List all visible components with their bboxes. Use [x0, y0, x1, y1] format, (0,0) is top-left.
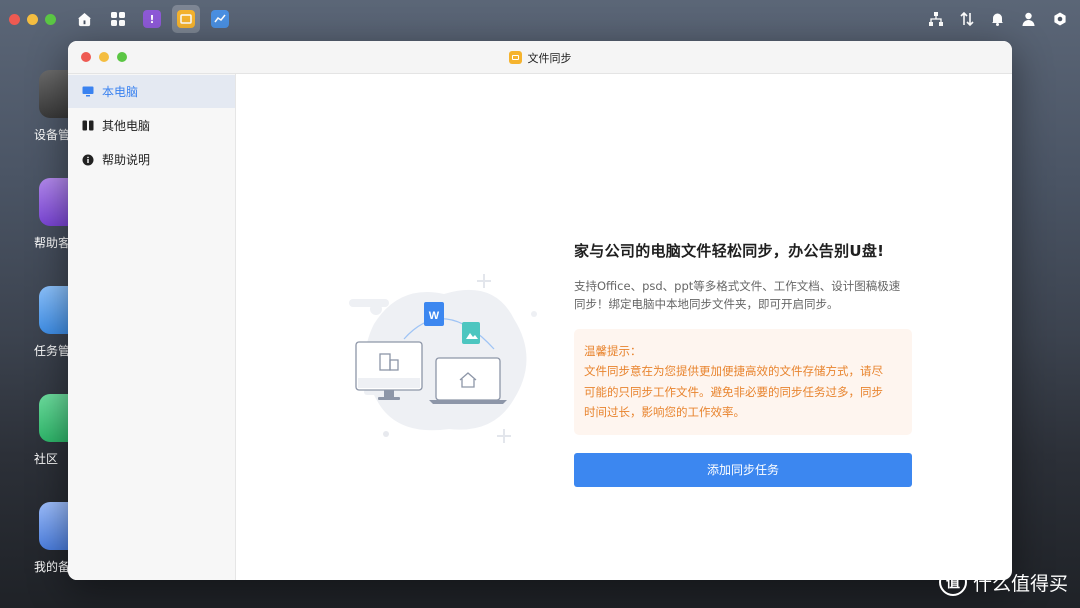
top-right-tray	[927, 0, 1068, 38]
home-icon	[75, 10, 93, 28]
sidebar-item-label: 本电脑	[102, 85, 139, 99]
bell-icon[interactable]	[989, 11, 1006, 28]
app-grid-button[interactable]	[104, 5, 132, 33]
maximize-dot[interactable]	[45, 13, 56, 25]
window-title: 文件同步	[68, 41, 1012, 74]
tip-line: 可能的只同步工作文件。避免非必要的同步任务过多，同步	[584, 384, 883, 399]
description-line: 同步！绑定电脑中本地同步文件夹，即可开启同步。	[574, 297, 839, 311]
tip-title: 温馨提示：	[584, 344, 642, 358]
file-sync-icon	[508, 51, 522, 64]
watermark-text: 什么值得买	[972, 572, 1068, 595]
file-sync-window: 文件同步 本电脑 其他电脑 帮助说明 W 家与公司的电脑文件轻松同步，办公告别U…	[68, 41, 1012, 580]
help-center-icon: !	[143, 10, 161, 28]
chart-icon	[211, 10, 229, 28]
sidebar-item-this-computer[interactable]: 本电脑	[68, 75, 235, 108]
watermark: 值 什么值得买	[938, 568, 1068, 596]
help-app-button[interactable]: !	[138, 5, 166, 33]
main-content: W 家与公司的电脑文件轻松同步，办公告别U盘! 支持Office、psd、ppt…	[236, 74, 1012, 580]
sidebar-item-other-computers[interactable]: 其他电脑	[68, 109, 235, 142]
svg-text:W: W	[429, 310, 440, 322]
top-app-bar: !	[70, 5, 234, 33]
description: 支持Office、psd、ppt等多格式文件、工作文档、设计图稿极速 同步！绑定…	[574, 277, 912, 313]
minimize-dot[interactable]	[27, 13, 38, 25]
headline: 家与公司的电脑文件轻松同步，办公告别U盘!	[574, 242, 885, 260]
info-icon	[82, 154, 94, 166]
add-sync-task-button[interactable]: 添加同步任务	[574, 452, 912, 487]
tip-line: 文件同步意在为您提供更加便捷高效的文件存储方式，请尽	[584, 364, 883, 378]
settings-icon[interactable]	[1051, 11, 1068, 28]
system-window-controls	[9, 13, 56, 25]
tip-line: 时间过长，影响您的工作效率。	[584, 405, 745, 419]
sidebar: 本电脑 其他电脑 帮助说明	[68, 74, 236, 580]
tip-box: 温馨提示： 文件同步意在为您提供更加便捷高效的文件存储方式，请尽 可能的只同步工…	[574, 329, 912, 435]
file-sync-icon	[177, 10, 195, 28]
description-line: 支持Office、psd、ppt等多格式文件、工作文档、设计图稿极速	[574, 279, 901, 293]
sidebar-item-label: 其他电脑	[102, 119, 151, 133]
window-title-text: 文件同步	[527, 51, 572, 65]
task-app-button[interactable]	[206, 5, 234, 33]
sync-illustration: W	[344, 264, 544, 454]
user-icon[interactable]	[1020, 11, 1037, 28]
file-sync-app-button[interactable]	[172, 5, 200, 33]
monitor-icon	[82, 86, 94, 98]
window-titlebar[interactable]: 文件同步	[68, 41, 1012, 74]
grid-icon	[109, 10, 127, 28]
transfer-icon[interactable]	[958, 11, 975, 28]
sidebar-item-label: 帮助说明	[102, 153, 151, 167]
network-icon[interactable]	[927, 11, 944, 28]
home-app-button[interactable]	[70, 5, 98, 33]
close-dot[interactable]	[9, 13, 20, 25]
system-top-bar: !	[0, 0, 1080, 38]
sidebar-item-help[interactable]: 帮助说明	[68, 143, 235, 176]
watermark-logo-icon: 值	[938, 568, 967, 596]
devices-icon	[82, 120, 94, 132]
intro-panel: 家与公司的电脑文件轻松同步，办公告别U盘! 支持Office、psd、ppt等多…	[574, 240, 912, 487]
